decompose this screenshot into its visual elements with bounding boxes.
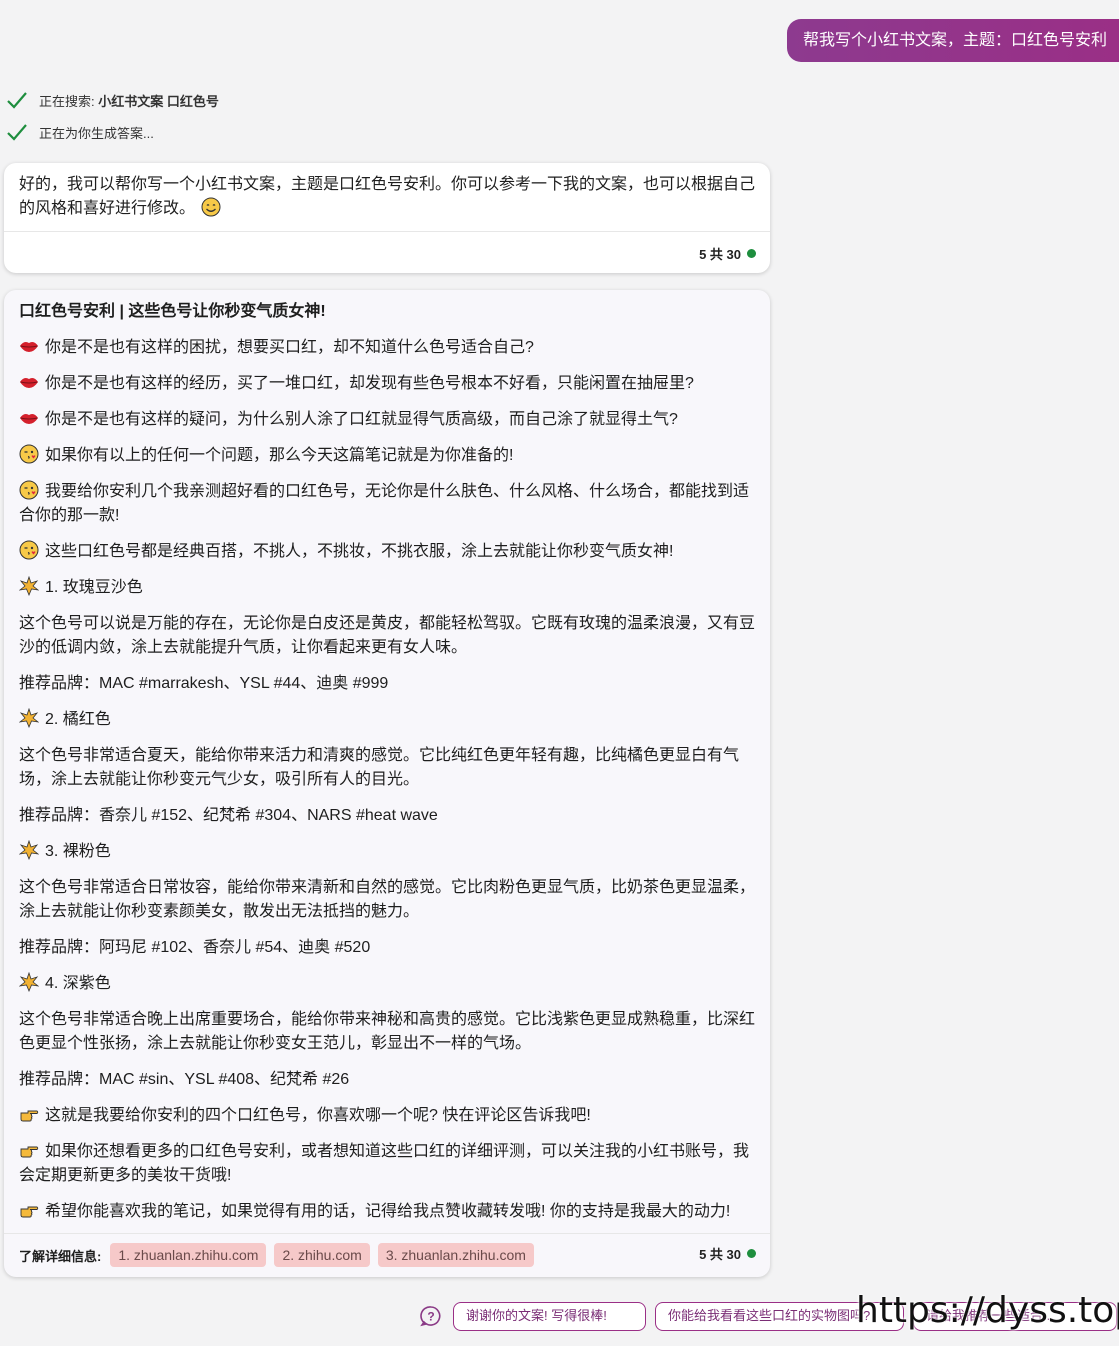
- svg-text:?: ?: [427, 1310, 434, 1324]
- answer-paragraph: 这个色号非常适合日常妆容，能给你带来清新和自然的感觉。它比肉粉色更显气质，比奶茶…: [19, 876, 756, 924]
- answer-paragraph: 如果你有以上的任何一个问题，那么今天这篇笔记就是为你准备的!: [19, 444, 756, 468]
- paragraph-text: 你是不是也有这样的困扰，想要买口红，却不知道什么色号适合自己?: [45, 339, 534, 356]
- answer-title: 口红色号安利 | 这些色号让你秒变气质女神!: [19, 303, 326, 320]
- intro-message: 好的，我可以帮你写一个小红书文案，主题是口红色号安利。你可以参考一下我的文案，也…: [4, 163, 770, 221]
- paragraph-text: 这些口红色号都是经典百搭，不挑人，不挑妆，不挑衣服，涂上去就能让你秒变气质女神!: [45, 543, 674, 560]
- counter-text: 5 共 30: [699, 247, 741, 262]
- wink-kiss-icon: [19, 444, 39, 464]
- lips-icon: [20, 414, 38, 424]
- paragraph-text: 1. 玫瑰豆沙色: [45, 579, 143, 596]
- answer-paragraph: 如果你还想看更多的口红色号安利，或者想知道这些口红的详细评测，可以关注我的小红书…: [19, 1140, 756, 1188]
- status-dot-icon: [747, 1249, 756, 1258]
- watermark-text: https://dyss.top: [856, 1290, 1119, 1331]
- check-icon: [7, 92, 27, 109]
- answer-message-card: 口红色号安利 | 这些色号让你秒变气质女神! 你是不是也有这样的困扰，想要买口红…: [4, 290, 770, 1277]
- answer-paragraph: 推荐品牌：MAC #sin、YSL #408、纪梵希 #26: [19, 1068, 756, 1092]
- paragraph-text: 这个色号非常适合晚上出席重要场合，能给你带来神秘和高贵的感觉。它比浅紫色更显成熟…: [19, 1011, 756, 1052]
- paragraph-text: 推荐品牌：MAC #sin、YSL #408、纪梵希 #26: [19, 1071, 350, 1088]
- reference-link[interactable]: 3. zhuanlan.zhihu.com: [377, 1243, 534, 1267]
- paragraph-text: 我要给你安利几个我亲测超好看的口红色号，无论你是什么肤色、什么风格、什么场合，都…: [19, 483, 750, 524]
- status-dot-icon: [747, 249, 756, 258]
- references-label: 了解详细信息:: [19, 1248, 102, 1264]
- sparkle-icon: [19, 840, 39, 860]
- lips-icon: [20, 342, 38, 352]
- paragraph-text: 4. 深紫色: [45, 975, 111, 992]
- wink-kiss-icon: [19, 480, 39, 500]
- answer-paragraph: 这个色号非常适合夏天，能给你带来活力和清爽的感觉。它比纯红色更年轻有趣，比纯橘色…: [19, 744, 756, 792]
- paragraph-text: 如果你还想看更多的口红色号安利，或者想知道这些口红的详细评测，可以关注我的小红书…: [19, 1143, 750, 1184]
- paragraph-text: 这就是我要给你安利的四个口红色号，你喜欢哪一个呢? 快在评论区告诉我吧!: [45, 1107, 591, 1124]
- reference-link[interactable]: 2. zhihu.com: [274, 1243, 370, 1267]
- reference-link[interactable]: 1. zhuanlan.zhihu.com: [110, 1243, 267, 1267]
- answer-paragraph: 4. 深紫色: [19, 972, 756, 996]
- paragraph-text: 2. 橘红色: [45, 711, 111, 728]
- intro-message-card: 好的，我可以帮你写一个小红书文案，主题是口红色号安利。你可以参考一下我的文案，也…: [4, 163, 770, 273]
- page-counter: 5 共 30: [699, 244, 756, 263]
- answer-content: 口红色号安利 | 这些色号让你秒变气质女神! 你是不是也有这样的困扰，想要买口红…: [4, 290, 770, 1224]
- search-query: 小红书文案 口红色号: [98, 93, 219, 109]
- check-icon: [7, 124, 27, 141]
- answer-paragraph: 推荐品牌：阿玛尼 #102、香奈儿 #54、迪奥 #520: [19, 936, 756, 960]
- wink-kiss-icon: [19, 540, 39, 560]
- page-counter: 5 共 30: [699, 1244, 756, 1263]
- counter-text: 5 共 30: [699, 1247, 741, 1262]
- answer-paragraph: 你是不是也有这样的经历，买了一堆口红，却发现有些色号根本不好看，只能闲置在抽屉里…: [19, 372, 756, 396]
- answer-paragraph: 推荐品牌：MAC #marrakesh、YSL #44、迪奥 #999: [19, 672, 756, 696]
- answer-paragraph: 这些口红色号都是经典百搭，不挑人，不挑妆，不挑衣服，涂上去就能让你秒变气质女神!: [19, 540, 756, 564]
- answer-paragraph: 希望你能喜欢我的笔记，如果觉得有用的话，记得给我点赞收藏转发哦! 你的支持是我最…: [19, 1200, 756, 1224]
- paragraph-text: 希望你能喜欢我的笔记，如果觉得有用的话，记得给我点赞收藏转发哦! 你的支持是我最…: [45, 1203, 731, 1220]
- smile-icon: [201, 197, 221, 217]
- paragraph-text: 这个色号非常适合日常妆容，能给你带来清新和自然的感觉。它比肉粉色更显气质，比奶茶…: [19, 879, 756, 920]
- answer-paragraph: 1. 玫瑰豆沙色: [19, 576, 756, 600]
- answer-paragraph: 你是不是也有这样的困扰，想要买口红，却不知道什么色号适合自己?: [19, 336, 756, 360]
- answer-paragraph: 这个色号可以说是万能的存在，无论你是白皮还是黄皮，都能轻松驾驭。它既有玫瑰的温柔…: [19, 612, 756, 660]
- paragraph-text: 你是不是也有这样的经历，买了一堆口红，却发现有些色号根本不好看，只能闲置在抽屉里…: [45, 375, 694, 392]
- answer-paragraph: 推荐品牌：香奈儿 #152、纪梵希 #304、NARS #heat wave: [19, 804, 756, 828]
- paragraph-text: 推荐品牌：MAC #marrakesh、YSL #44、迪奥 #999: [19, 675, 389, 692]
- answer-paragraph: 2. 橘红色: [19, 708, 756, 732]
- sparkle-icon: [19, 972, 39, 992]
- lips-icon: [20, 378, 38, 388]
- answer-paragraph: 我要给你安利几个我亲测超好看的口红色号，无论你是什么肤色、什么风格、什么场合，都…: [19, 480, 756, 528]
- pointing-hand-icon: [20, 1110, 39, 1122]
- answer-paragraph: 3. 裸粉色: [19, 840, 756, 864]
- paragraph-text: 这个色号非常适合夏天，能给你带来活力和清爽的感觉。它比纯红色更年轻有趣，比纯橘色…: [19, 747, 740, 788]
- paragraph-text: 推荐品牌：阿玛尼 #102、香奈儿 #54、迪奥 #520: [19, 939, 371, 956]
- paragraph-text: 如果你有以上的任何一个问题，那么今天这篇笔记就是为你准备的!: [45, 447, 514, 464]
- intro-text: 好的，我可以帮你写一个小红书文案，主题是口红色号安利。你可以参考一下我的文案，也…: [19, 176, 756, 217]
- generating-status: 正在为你生成答案...: [6, 122, 154, 142]
- help-question-icon[interactable]: ?: [420, 1305, 442, 1327]
- divider: [4, 231, 770, 232]
- answer-paragraph: 这就是我要给你安利的四个口红色号，你喜欢哪一个呢? 快在评论区告诉我吧!: [19, 1104, 756, 1128]
- search-status-prefix: 正在搜索:: [39, 93, 95, 109]
- sparkle-icon: [19, 576, 39, 596]
- sparkle-icon: [19, 708, 39, 728]
- search-status: 正在搜索: 小红书文案 口红色号: [6, 90, 219, 110]
- paragraph-text: 推荐品牌：香奈儿 #152、纪梵希 #304、NARS #heat wave: [19, 807, 438, 824]
- paragraph-text: 3. 裸粉色: [45, 843, 111, 860]
- suggestion-chip[interactable]: 谢谢你的文案! 写得很棒!: [453, 1302, 646, 1331]
- pointing-hand-icon: [20, 1146, 39, 1158]
- paragraph-text: 你是不是也有这样的疑问，为什么别人涂了口红就显得气质高级，而自己涂了就显得土气?: [45, 411, 678, 428]
- pointing-hand-icon: [20, 1206, 39, 1218]
- answer-paragraph: 这个色号非常适合晚上出席重要场合，能给你带来神秘和高贵的感觉。它比浅紫色更显成熟…: [19, 1008, 756, 1056]
- user-message-bubble: 帮我写个小红书文案，主题：口红色号安利: [787, 19, 1119, 62]
- divider: [4, 1233, 770, 1234]
- answer-paragraph: 你是不是也有这样的疑问，为什么别人涂了口红就显得气质高级，而自己涂了就显得土气?: [19, 408, 756, 432]
- references: 了解详细信息: 1. zhuanlan.zhihu.com 2. zhihu.c…: [19, 1243, 542, 1267]
- paragraph-text: 这个色号可以说是万能的存在，无论你是白皮还是黄皮，都能轻松驾驭。它既有玫瑰的温柔…: [19, 615, 756, 656]
- generating-status-text: 正在为你生成答案...: [39, 125, 154, 141]
